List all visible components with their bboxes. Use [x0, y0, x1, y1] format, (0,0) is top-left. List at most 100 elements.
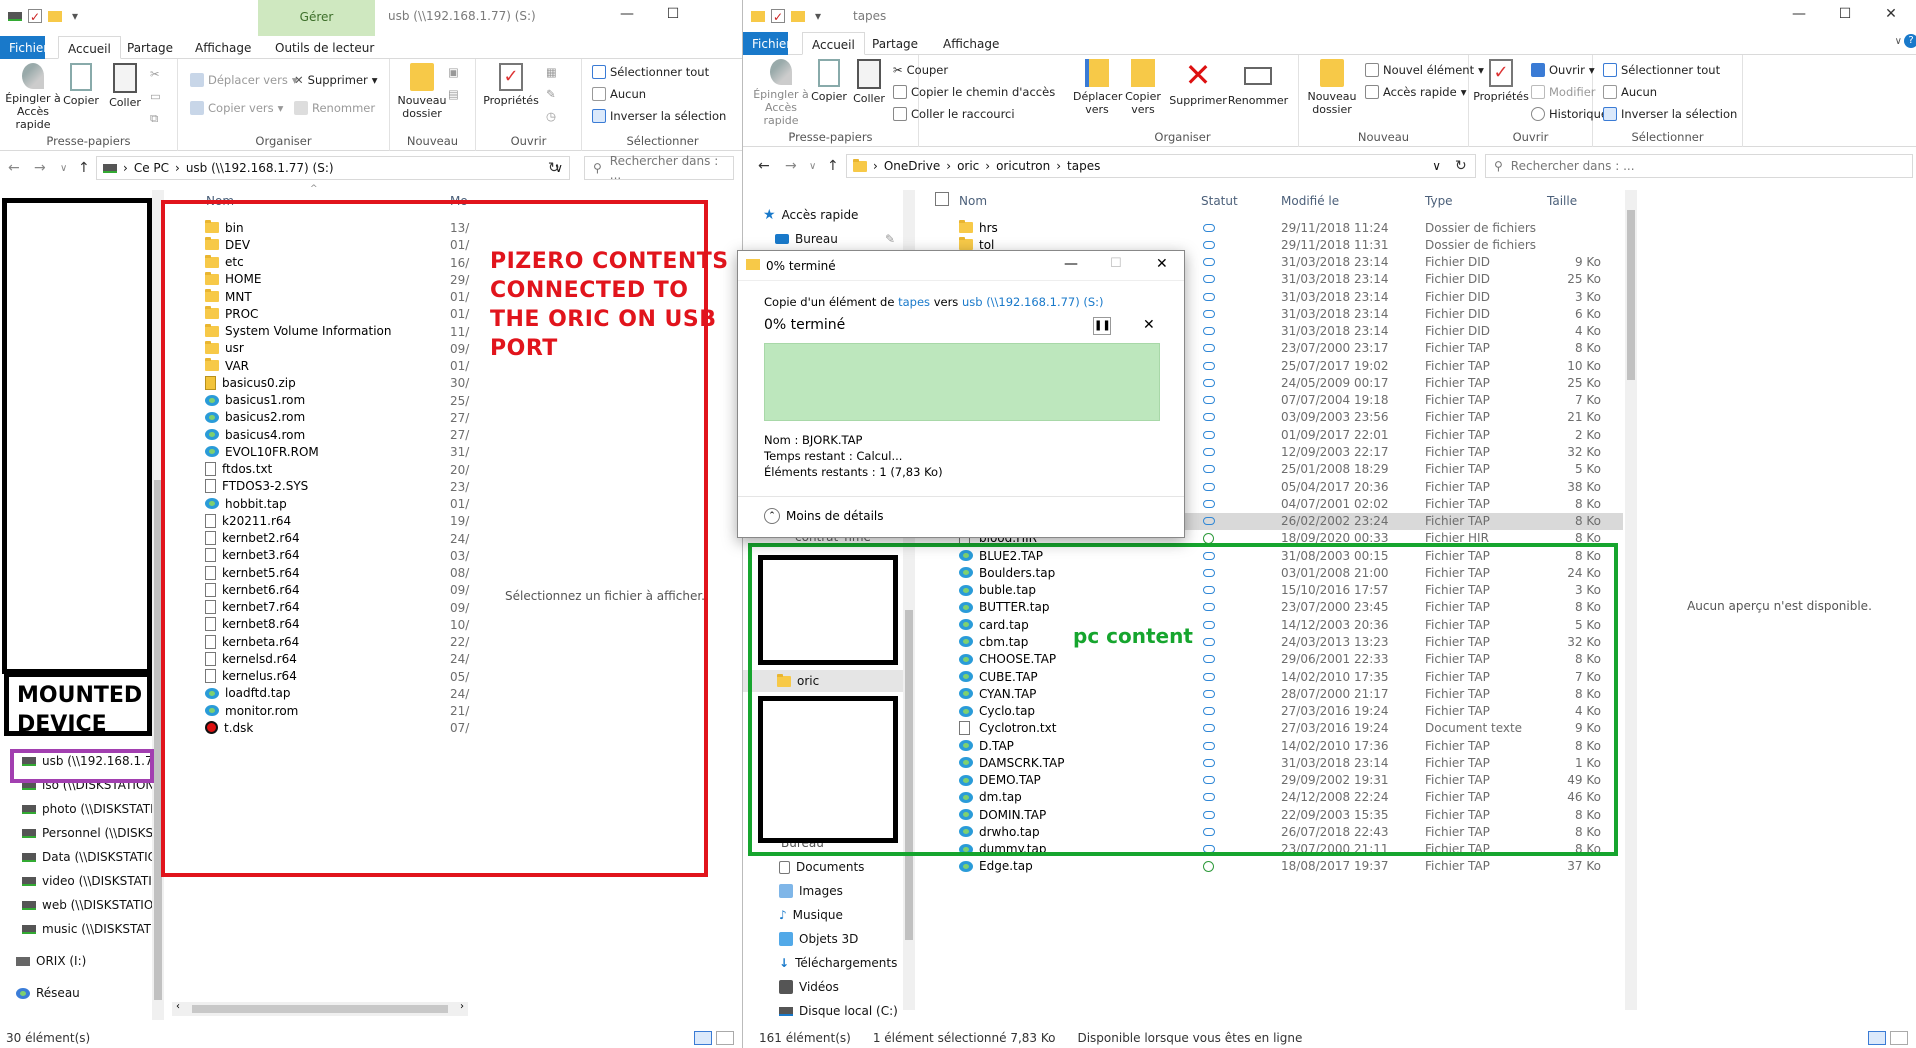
pause-icon[interactable]: ❚❚ — [1093, 317, 1111, 335]
close-icon[interactable]: ✕ — [1156, 256, 1168, 272]
new-folder-button[interactable]: Nouveau dossier — [1305, 59, 1359, 116]
address-bar[interactable]: › Ce PC › usb (\\192.168.1.77) (S:) ∨ — [96, 156, 570, 180]
cut-button[interactable]: ✂ Couper — [893, 63, 948, 77]
nav-item-orix[interactable]: ORIX (I:) — [16, 950, 86, 972]
properties-icon[interactable]: ✓ — [28, 9, 42, 24]
nav-item-downloads[interactable]: ↓ Téléchargements — [779, 952, 897, 974]
copy-to-button[interactable]: Copier vers — [1119, 59, 1167, 116]
tab-view[interactable]: Affichage — [186, 36, 260, 59]
details-view-icon[interactable] — [1868, 1031, 1886, 1045]
cut-icon[interactable]: ✂ — [150, 67, 160, 81]
pin-quick-access-button[interactable]: Épingler à Accès rapide — [2, 63, 64, 131]
address-bar[interactable]: › OneDrive › oric › oricutron › tapes ∨ — [846, 154, 1476, 178]
large-icons-view-icon[interactable] — [1890, 1031, 1908, 1045]
new-folder-icon[interactable] — [791, 10, 805, 22]
open-button[interactable]: Ouvrir ▾ — [1531, 63, 1595, 77]
recent-dropdown-icon[interactable]: ∨ — [809, 161, 816, 172]
nav-item-documents[interactable]: Documents — [779, 856, 864, 878]
breadcrumb-item[interactable]: OneDrive — [884, 159, 940, 173]
tab-view[interactable]: Affichage — [934, 32, 1008, 55]
maximize-icon[interactable]: ☐ — [650, 6, 696, 22]
edit-button[interactable]: Modifier — [1531, 85, 1596, 99]
breadcrumb-item[interactable]: tapes — [1067, 159, 1100, 173]
nav-item-music[interactable]: ♪ Musique — [779, 904, 843, 926]
nav-item-images[interactable]: Images — [779, 880, 843, 902]
file-row[interactable]: hrs 29/11/2018 11:24 Dossier de fichiers — [923, 219, 1623, 236]
scroll-thumb[interactable] — [1627, 210, 1635, 380]
minimize-icon[interactable]: — — [604, 6, 650, 22]
nav-item-network[interactable]: Réseau — [16, 982, 80, 1004]
nav-item-local-disk[interactable]: Disque local (C:) — [779, 1000, 898, 1022]
nav-item-personnel[interactable]: Personnel (\\DISKSTA — [22, 822, 158, 844]
copy-to-button[interactable]: Copier vers ▾ — [190, 101, 283, 115]
expand-ribbon-icon[interactable]: ∨ — [1895, 36, 1902, 47]
select-none-button[interactable]: Aucun — [592, 87, 646, 101]
paste-button[interactable]: Coller — [849, 59, 889, 105]
horizontal-scrollbar[interactable]: ‹ › — [172, 1001, 468, 1016]
rename-button[interactable]: Renommer — [1227, 59, 1289, 107]
breadcrumb-item[interactable]: oric — [957, 159, 979, 173]
back-arrow-icon[interactable]: ← — [758, 158, 770, 174]
nav-item-videos[interactable]: Vidéos — [779, 976, 839, 998]
select-all-checkbox[interactable] — [935, 192, 949, 206]
rename-button[interactable]: Renommer — [294, 101, 375, 115]
large-icons-view-icon[interactable] — [716, 1031, 734, 1045]
new-folder-button[interactable]: Nouveau dossier — [396, 63, 448, 120]
chevron-down-icon[interactable]: ∨ — [1432, 159, 1441, 173]
paste-button[interactable]: Coller — [104, 63, 146, 109]
paste-shortcut-icon[interactable]: ⧉ — [150, 111, 158, 126]
move-to-button[interactable]: Déplacer vers — [1073, 59, 1122, 116]
copy-path-icon[interactable]: ▭ — [150, 89, 161, 103]
search-input[interactable]: ⚲ Rechercher dans : ... — [584, 154, 734, 182]
customize-dropdown-icon[interactable]: ▾ — [68, 9, 82, 23]
tab-share[interactable]: Partage — [118, 36, 182, 59]
select-all-button[interactable]: Sélectionner tout — [592, 65, 709, 79]
refresh-icon[interactable]: ↻ — [548, 160, 560, 176]
nav-item-3d-objects[interactable]: Objets 3D — [779, 928, 858, 950]
copy-button[interactable]: Copier — [809, 59, 849, 103]
details-view-icon[interactable] — [694, 1031, 712, 1045]
maximize-icon[interactable]: ☐ — [1822, 6, 1868, 22]
forward-arrow-icon[interactable]: → — [34, 160, 46, 176]
less-details-button[interactable]: ⌃ Moins de détails — [764, 508, 884, 524]
properties-button[interactable]: ✓ Propriétés — [482, 63, 540, 107]
properties-icon[interactable]: ✓ — [771, 9, 785, 24]
tab-file[interactable]: Fichier — [743, 32, 791, 55]
select-all-button[interactable]: Sélectionner tout — [1603, 63, 1720, 77]
nav-item-web[interactable]: web (\\DISKSTATION — [22, 894, 158, 916]
nav-item-desktop[interactable]: Bureau ✎ — [775, 228, 895, 250]
easy-access-icon[interactable]: ▤ — [448, 87, 459, 101]
nav-item-video[interactable]: video (\\DISKSTATIO — [22, 870, 158, 892]
scroll-right-icon[interactable]: › — [460, 1001, 464, 1012]
help-icon[interactable]: ? — [1904, 34, 1916, 48]
minimize-icon[interactable]: — — [1776, 6, 1822, 22]
tab-share[interactable]: Partage — [863, 32, 927, 55]
tab-drive-tools[interactable]: Outils de lecteur — [266, 36, 383, 59]
folder-icon[interactable] — [751, 10, 765, 22]
drive-icon[interactable] — [8, 11, 22, 21]
column-header-status[interactable]: Statut — [1201, 190, 1261, 212]
breadcrumb-item[interactable]: usb (\\192.168.1.77) (S:) — [186, 161, 334, 175]
search-input[interactable]: ⚲ Rechercher dans : ... — [1485, 154, 1913, 178]
file-row[interactable]: Edge.tap 18/08/2017 19:37 Fichier TAP 37 Ko — [923, 858, 1623, 875]
new-item-button[interactable]: Nouvel élément ▾ — [1365, 63, 1484, 77]
context-tab-manage[interactable]: Gérer — [258, 0, 375, 36]
forward-arrow-icon[interactable]: → — [785, 158, 797, 174]
history-icon[interactable]: ◷ — [546, 109, 556, 123]
delete-button[interactable]: ✕ Supprimer — [1167, 59, 1229, 107]
minimize-icon[interactable]: — — [1064, 256, 1078, 272]
nav-item-photo[interactable]: photo (\\DISKSTATIC — [22, 798, 158, 820]
up-arrow-icon[interactable]: ↑ — [78, 160, 90, 176]
file-list-scrollbar[interactable] — [1625, 190, 1637, 1010]
column-header-type[interactable]: Type — [1425, 190, 1525, 212]
refresh-icon[interactable]: ↻ — [1455, 158, 1467, 174]
new-folder-icon[interactable] — [48, 10, 62, 22]
tab-file[interactable]: Fichier — [0, 36, 48, 59]
delete-button[interactable]: ✕ Supprimer ▾ — [294, 73, 378, 87]
up-arrow-icon[interactable]: ↑ — [827, 158, 839, 174]
paste-shortcut-button[interactable]: Coller le raccourci — [893, 107, 1015, 121]
invert-selection-button[interactable]: Inverser la sélection — [592, 109, 726, 123]
nav-item-music[interactable]: music (\\DISKSTATIC — [22, 918, 158, 940]
nav-item-quick-access[interactable]: ★ Accès rapide — [763, 204, 858, 226]
cancel-icon[interactable]: ✕ — [1143, 317, 1155, 333]
